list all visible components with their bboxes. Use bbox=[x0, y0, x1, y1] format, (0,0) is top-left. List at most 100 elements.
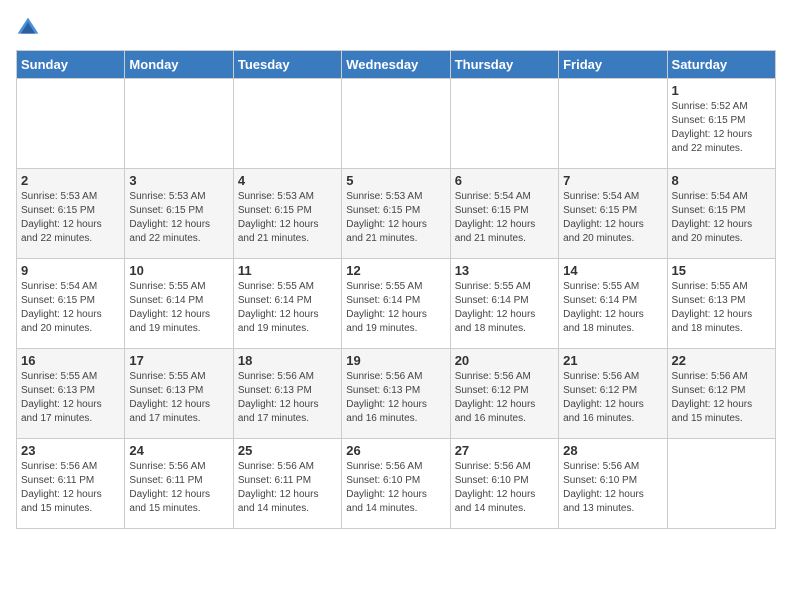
column-header-friday: Friday bbox=[559, 51, 667, 79]
column-header-monday: Monday bbox=[125, 51, 233, 79]
column-header-thursday: Thursday bbox=[450, 51, 558, 79]
day-number: 25 bbox=[238, 443, 337, 458]
calendar-cell: 8 Sunrise: 5:54 AM Sunset: 6:15 PM Daylig… bbox=[667, 169, 775, 259]
day-info: Sunrise: 5:54 AM Sunset: 6:15 PM Dayligh… bbox=[21, 280, 120, 336]
day-number: 12 bbox=[346, 263, 445, 278]
calendar-cell: 15 Sunrise: 5:55 AM Sunset: 6:13 PM Dayli… bbox=[667, 259, 775, 349]
day-number: 24 bbox=[129, 443, 228, 458]
logo-icon bbox=[16, 16, 40, 40]
calendar-cell: 11 Sunrise: 5:55 AM Sunset: 6:14 PM Dayli… bbox=[233, 259, 341, 349]
calendar-cell bbox=[233, 79, 341, 169]
day-info: Sunrise: 5:56 AM Sunset: 6:12 PM Dayligh… bbox=[563, 370, 662, 426]
day-number: 19 bbox=[346, 353, 445, 368]
calendar-cell: 26 Sunrise: 5:56 AM Sunset: 6:10 PM Dayli… bbox=[342, 439, 450, 529]
logo bbox=[16, 16, 44, 40]
column-header-wednesday: Wednesday bbox=[342, 51, 450, 79]
day-number: 10 bbox=[129, 263, 228, 278]
calendar-cell: 10 Sunrise: 5:55 AM Sunset: 6:14 PM Dayli… bbox=[125, 259, 233, 349]
column-header-sunday: Sunday bbox=[17, 51, 125, 79]
calendar-cell: 18 Sunrise: 5:56 AM Sunset: 6:13 PM Dayli… bbox=[233, 349, 341, 439]
day-info: Sunrise: 5:55 AM Sunset: 6:14 PM Dayligh… bbox=[455, 280, 554, 336]
calendar-cell: 2 Sunrise: 5:53 AM Sunset: 6:15 PM Daylig… bbox=[17, 169, 125, 259]
calendar-cell: 5Sunrise: 5:53 AM Sunset: 6:15 PM Daylig… bbox=[342, 169, 450, 259]
day-number: 16 bbox=[21, 353, 120, 368]
day-info: Sunrise: 5:55 AM Sunset: 6:14 PM Dayligh… bbox=[563, 280, 662, 336]
day-number: 20 bbox=[455, 353, 554, 368]
day-number: 22 bbox=[672, 353, 771, 368]
day-info: Sunrise: 5:56 AM Sunset: 6:13 PM Dayligh… bbox=[238, 370, 337, 426]
calendar-cell: 24 Sunrise: 5:56 AM Sunset: 6:11 PM Dayli… bbox=[125, 439, 233, 529]
calendar-cell bbox=[667, 439, 775, 529]
day-info: Sunrise: 5:55 AM Sunset: 6:14 PM Dayligh… bbox=[346, 280, 445, 336]
day-number: 11 bbox=[238, 263, 337, 278]
day-number: 23 bbox=[21, 443, 120, 458]
day-info: Sunrise: 5:56 AM Sunset: 6:10 PM Dayligh… bbox=[346, 460, 445, 516]
day-number: 1 bbox=[672, 83, 771, 98]
day-number: 3 bbox=[129, 173, 228, 188]
column-header-tuesday: Tuesday bbox=[233, 51, 341, 79]
calendar-cell: 9 Sunrise: 5:54 AM Sunset: 6:15 PM Daylig… bbox=[17, 259, 125, 349]
calendar-cell: 12 Sunrise: 5:55 AM Sunset: 6:14 PM Dayli… bbox=[342, 259, 450, 349]
calendar-cell: 17 Sunrise: 5:55 AM Sunset: 6:13 PM Dayli… bbox=[125, 349, 233, 439]
calendar-cell bbox=[450, 79, 558, 169]
calendar-cell: 27 Sunrise: 5:56 AM Sunset: 6:10 PM Dayli… bbox=[450, 439, 558, 529]
day-info: Sunrise: 5:56 AM Sunset: 6:11 PM Dayligh… bbox=[129, 460, 228, 516]
day-number: 5 bbox=[346, 173, 445, 188]
calendar-cell: 22 Sunrise: 5:56 AM Sunset: 6:12 PM Dayli… bbox=[667, 349, 775, 439]
day-info: Sunrise: 5:56 AM Sunset: 6:12 PM Dayligh… bbox=[672, 370, 771, 426]
day-info: Sunrise: 5:55 AM Sunset: 6:13 PM Dayligh… bbox=[129, 370, 228, 426]
calendar-cell: 23Sunrise: 5:56 AM Sunset: 6:11 PM Dayli… bbox=[17, 439, 125, 529]
day-info: Sunrise: 5:54 AM Sunset: 6:15 PM Dayligh… bbox=[563, 190, 662, 246]
day-info: Sunrise: 5:52 AM Sunset: 6:15 PM Dayligh… bbox=[672, 100, 771, 156]
calendar-header-row: SundayMondayTuesdayWednesdayThursdayFrid… bbox=[17, 51, 776, 79]
day-number: 8 bbox=[672, 173, 771, 188]
page-header bbox=[16, 16, 776, 40]
day-number: 7 bbox=[563, 173, 662, 188]
week-row-4: 16 Sunrise: 5:55 AM Sunset: 6:13 PM Dayli… bbox=[17, 349, 776, 439]
calendar-cell: 25 Sunrise: 5:56 AM Sunset: 6:11 PM Dayli… bbox=[233, 439, 341, 529]
day-info: Sunrise: 5:55 AM Sunset: 6:14 PM Dayligh… bbox=[238, 280, 337, 336]
week-row-5: 23 Sunrise: 5:56 AM Sunset: 6:11 PM Dayli… bbox=[17, 439, 776, 529]
day-number: 28 bbox=[563, 443, 662, 458]
day-info: Sunrise: 5:55 AM Sunset: 6:13 PM Dayligh… bbox=[672, 280, 771, 336]
calendar-cell bbox=[342, 79, 450, 169]
day-number: 9 bbox=[21, 263, 120, 278]
calendar-cell: 6 Sunrise: 5:54 AM Sunset: 6:15 PM Daylig… bbox=[450, 169, 558, 259]
calendar-cell: 7 Sunrise: 5:54 AM Sunset: 6:15 PM Daylig… bbox=[559, 169, 667, 259]
column-header-saturday: Saturday bbox=[667, 51, 775, 79]
day-info: Sunrise: 5:53 AM Sunset: 6:15 PM Dayligh… bbox=[21, 190, 120, 246]
day-info: Sunrise: 5:56 AM Sunset: 6:10 PM Dayligh… bbox=[455, 460, 554, 516]
day-number: 26 bbox=[346, 443, 445, 458]
day-info: Sunrise: 5:55 AM Sunset: 6:13 PM Dayligh… bbox=[21, 370, 120, 426]
calendar-table: SundayMondayTuesdayWednesdayThursdayFrid… bbox=[16, 50, 776, 529]
day-number: 21 bbox=[563, 353, 662, 368]
day-info: Sunrise: 5:55 AM Sunset: 6:14 PM Dayligh… bbox=[129, 280, 228, 336]
day-info: Sunrise: 5:56 AM Sunset: 6:12 PM Dayligh… bbox=[455, 370, 554, 426]
day-number: 14 bbox=[563, 263, 662, 278]
day-number: 2 bbox=[21, 173, 120, 188]
calendar-cell: 3 Sunrise: 5:53 AM Sunset: 6:15 PM Daylig… bbox=[125, 169, 233, 259]
day-info: Sunrise: 5:53 AM Sunset: 6:15 PM Dayligh… bbox=[129, 190, 228, 246]
day-info: Sunrise: 5:54 AM Sunset: 6:15 PM Dayligh… bbox=[672, 190, 771, 246]
day-number: 18 bbox=[238, 353, 337, 368]
day-info: Sunrise: 5:56 AM Sunset: 6:10 PM Dayligh… bbox=[563, 460, 662, 516]
day-number: 4 bbox=[238, 173, 337, 188]
day-info: Sunrise: 5:53 AM Sunset: 6:15 PM Dayligh… bbox=[238, 190, 337, 246]
calendar-cell: 20 Sunrise: 5:56 AM Sunset: 6:12 PM Dayli… bbox=[450, 349, 558, 439]
calendar-cell: 16 Sunrise: 5:55 AM Sunset: 6:13 PM Dayli… bbox=[17, 349, 125, 439]
day-info: Sunrise: 5:54 AM Sunset: 6:15 PM Dayligh… bbox=[455, 190, 554, 246]
calendar-cell: 4 Sunrise: 5:53 AM Sunset: 6:15 PM Daylig… bbox=[233, 169, 341, 259]
week-row-2: 2 Sunrise: 5:53 AM Sunset: 6:15 PM Daylig… bbox=[17, 169, 776, 259]
day-number: 15 bbox=[672, 263, 771, 278]
day-number: 27 bbox=[455, 443, 554, 458]
day-number: 13 bbox=[455, 263, 554, 278]
day-number: 6 bbox=[455, 173, 554, 188]
calendar-cell bbox=[17, 79, 125, 169]
calendar-cell: 13 Sunrise: 5:55 AM Sunset: 6:14 PM Dayli… bbox=[450, 259, 558, 349]
week-row-3: 9 Sunrise: 5:54 AM Sunset: 6:15 PM Daylig… bbox=[17, 259, 776, 349]
day-info: Sunrise: 5:56 AM Sunset: 6:13 PM Dayligh… bbox=[346, 370, 445, 426]
calendar-cell bbox=[559, 79, 667, 169]
calendar-cell: 28 Sunrise: 5:56 AM Sunset: 6:10 PM Dayli… bbox=[559, 439, 667, 529]
day-info: Sunrise: 5:56 AM Sunset: 6:11 PM Dayligh… bbox=[238, 460, 337, 516]
day-number: 17 bbox=[129, 353, 228, 368]
